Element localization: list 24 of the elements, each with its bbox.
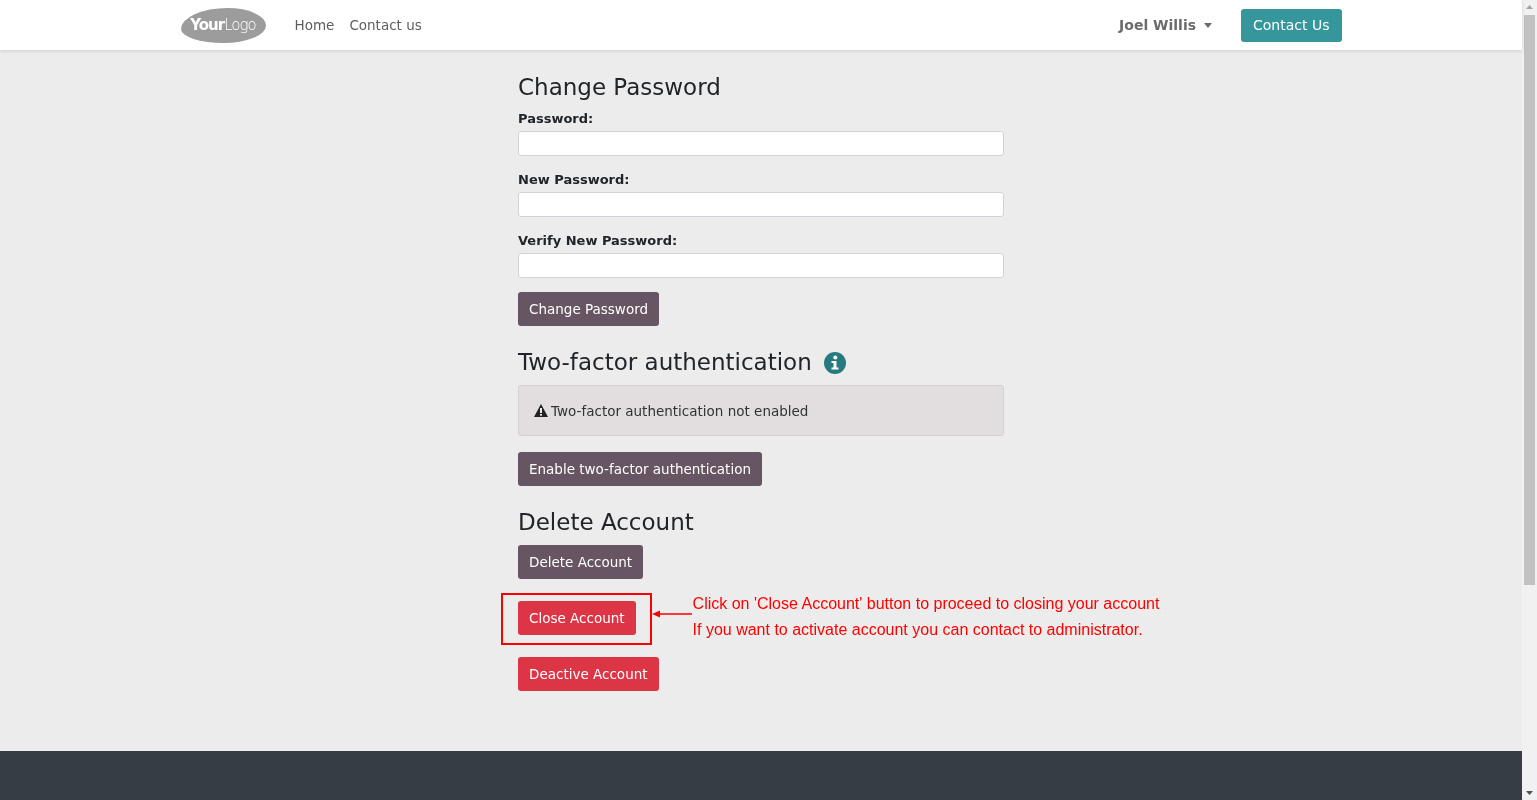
field-label: Password: [518,110,595,128]
annotation-text: If you want to activate account you can contact to administrator. [692,620,1144,640]
field-label: New Password: [518,171,631,189]
caret-icon [1204,22,1213,28]
account-action-button[interactable]: Close Account [518,601,636,635]
change-password-button[interactable]: Change Password [518,292,660,326]
alert-text: Two-factor authentication not enabled [551,402,809,419]
contact-us-button[interactable]: Contact Us [1241,8,1342,42]
section-title: Delete Account [518,508,695,537]
nav-link[interactable]: Home [294,17,335,33]
enable-2fa-button[interactable]: Enable two-factor authentication [518,452,762,486]
field-label: Verify New Password: [518,232,679,250]
input-field[interactable] [518,131,1004,156]
user-menu[interactable]: Joel Willis [1119,17,1213,33]
nav-link[interactable]: Contact us [349,17,422,33]
annotation-text: Click on 'Close Account' button to proceed to closing your account [692,594,1160,614]
account-action-button[interactable]: Deactive Account [518,657,659,691]
account-action-button[interactable]: Delete Account [518,545,644,579]
section-title: Change Password [518,73,722,102]
warning-icon [534,404,548,417]
input-field[interactable] [518,192,1004,217]
section-title: Two-factor authentication [518,348,812,377]
input-field[interactable] [518,253,1004,278]
info-icon [823,351,846,374]
